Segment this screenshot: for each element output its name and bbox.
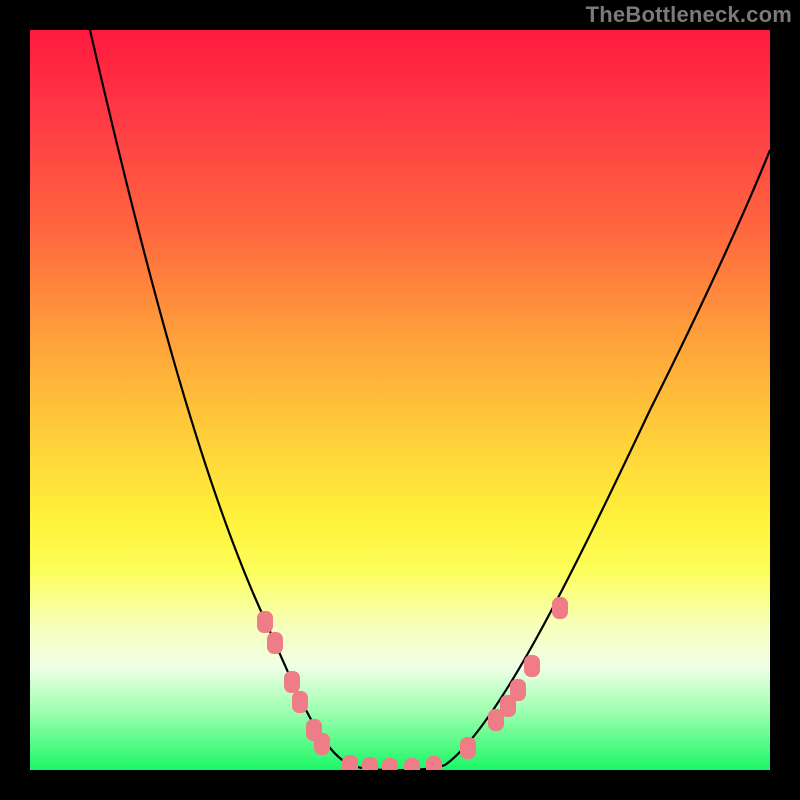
marker-point [284,671,300,693]
marker-point [524,655,540,677]
marker-point [510,679,526,701]
chart-frame: TheBottleneck.com [0,0,800,800]
marker-point [552,597,568,619]
bottleneck-curve [90,30,770,770]
marker-group [257,597,568,770]
marker-point [292,691,308,713]
marker-point [267,632,283,654]
marker-point [362,757,378,770]
marker-point [257,611,273,633]
watermark-text: TheBottleneck.com [586,2,792,28]
marker-point [382,758,398,770]
plot-area [30,30,770,770]
marker-point [426,756,442,770]
chart-overlay [30,30,770,770]
marker-point [404,758,420,770]
marker-point [460,737,476,759]
marker-point [342,755,358,770]
marker-point [314,733,330,755]
